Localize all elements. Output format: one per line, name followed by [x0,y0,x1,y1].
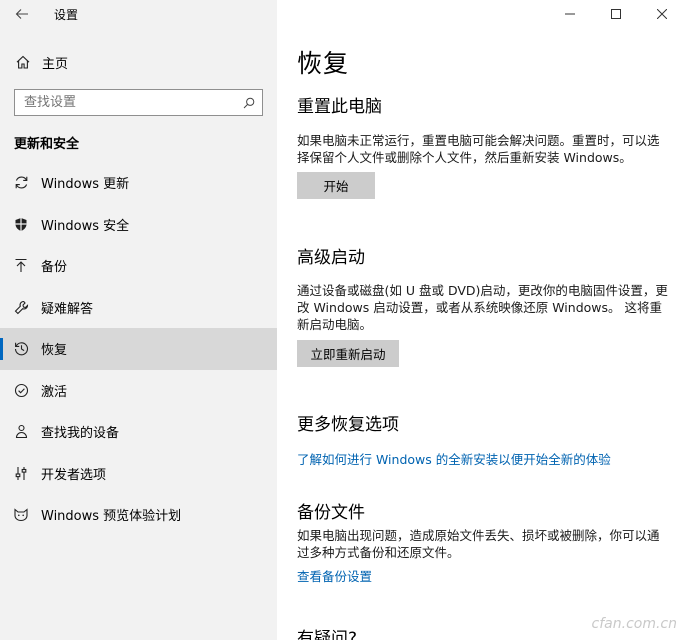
search-box[interactable] [14,89,263,116]
developer-sliders-icon [11,466,31,481]
history-icon [11,341,31,356]
sidebar-item-label: 疑难解答 [41,301,94,317]
clean-install-link[interactable]: 了解如何进行 Windows 的全新安装以便开始全新的体验 [297,449,611,468]
sidebar-item-activation[interactable]: 激活 [0,370,277,412]
backup-arrow-icon [11,258,31,273]
maximize-button[interactable] [593,0,639,28]
sidebar-item-label: Windows 更新 [41,177,130,193]
selection-marker [0,338,3,360]
sidebar-item-label: 开发者选项 [41,467,107,483]
sidebar-item-troubleshoot[interactable]: 疑难解答 [0,287,277,329]
home-icon [13,55,33,69]
restart-now-button[interactable]: 立即重新启动 [297,340,399,367]
sidebar-item-label: Windows 安全 [41,218,130,234]
advanced-startup-description: 通过设备或磁盘(如 U 盘或 DVD)启动，更改你的电脑固件设置，更改 Wind… [297,283,668,332]
question-heading: 有疑问? [297,629,358,640]
sidebar-item-developer[interactable]: 开发者选项 [0,453,277,495]
sidebar-item-recovery[interactable]: 恢复 [0,328,277,370]
back-arrow-icon [15,9,28,19]
back-button[interactable] [8,2,36,26]
insider-cat-icon [11,507,31,522]
advanced-startup-heading: 高级启动 [297,248,365,268]
minimize-button[interactable] [547,0,593,28]
app-title: 设置 [54,8,79,22]
backup-settings-link[interactable]: 查看备份设置 [297,566,372,585]
reset-pc-heading: 重置此电脑 [297,97,382,117]
sidebar-item-windows-security[interactable]: Windows 安全 [0,204,277,246]
sidebar-item-label: Windows 预览体验计划 [41,509,182,525]
sidebar-item-label: 查找我的设备 [41,426,120,442]
backup-files-heading: 备份文件 [297,503,365,523]
reset-pc-description: 如果电脑未正常运行，重置电脑可能会解决问题。重置时，可以选择保留个人文件或删除个… [297,133,660,165]
page-title: 恢复 [297,49,350,78]
sidebar: 设置 主页 更新和安全 Windows 更新 Windows 安全 [0,0,277,640]
sidebar-item-label: 备份 [41,260,68,276]
sidebar-home-label: 主页 [42,56,69,72]
main-content: 恢复 重置此电脑 如果电脑未正常运行，重置电脑可能会解决问题。重置时，可以选择保… [277,0,685,640]
section-title: 更新和安全 [14,137,80,152]
sidebar-item-windows-update[interactable]: Windows 更新 [0,162,277,204]
more-recovery-heading: 更多恢复选项 [297,415,399,435]
sidebar-item-label: 激活 [41,384,68,400]
backup-files-description: 如果电脑出现问题，造成原始文件丢失、损坏或被删除，你可以通过多种方式备份和还原文… [297,528,660,560]
sidebar-item-find-my-device[interactable]: 查找我的设备 [0,411,277,453]
reset-start-button[interactable]: 开始 [297,172,375,199]
sidebar-nav: Windows 更新 Windows 安全 备份 疑难解答 恢复 激活 查找我的… [0,162,277,536]
sidebar-home[interactable]: 主页 [0,48,277,76]
minimize-icon [565,13,575,15]
sidebar-item-backup[interactable]: 备份 [0,245,277,287]
maximize-icon [611,9,621,19]
search-icon[interactable] [236,97,262,109]
check-circle-icon [11,383,31,398]
refresh-icon [11,175,31,190]
close-icon [657,9,667,19]
watermark: cfan.com.cn [591,616,677,632]
wrench-icon [11,300,31,315]
window-controls [547,0,685,28]
person-location-icon [11,424,31,439]
sidebar-item-label: 恢复 [41,343,68,359]
shield-icon [11,217,31,232]
sidebar-item-insider[interactable]: Windows 预览体验计划 [0,494,277,536]
close-button[interactable] [639,0,685,28]
search-input[interactable] [15,95,236,110]
